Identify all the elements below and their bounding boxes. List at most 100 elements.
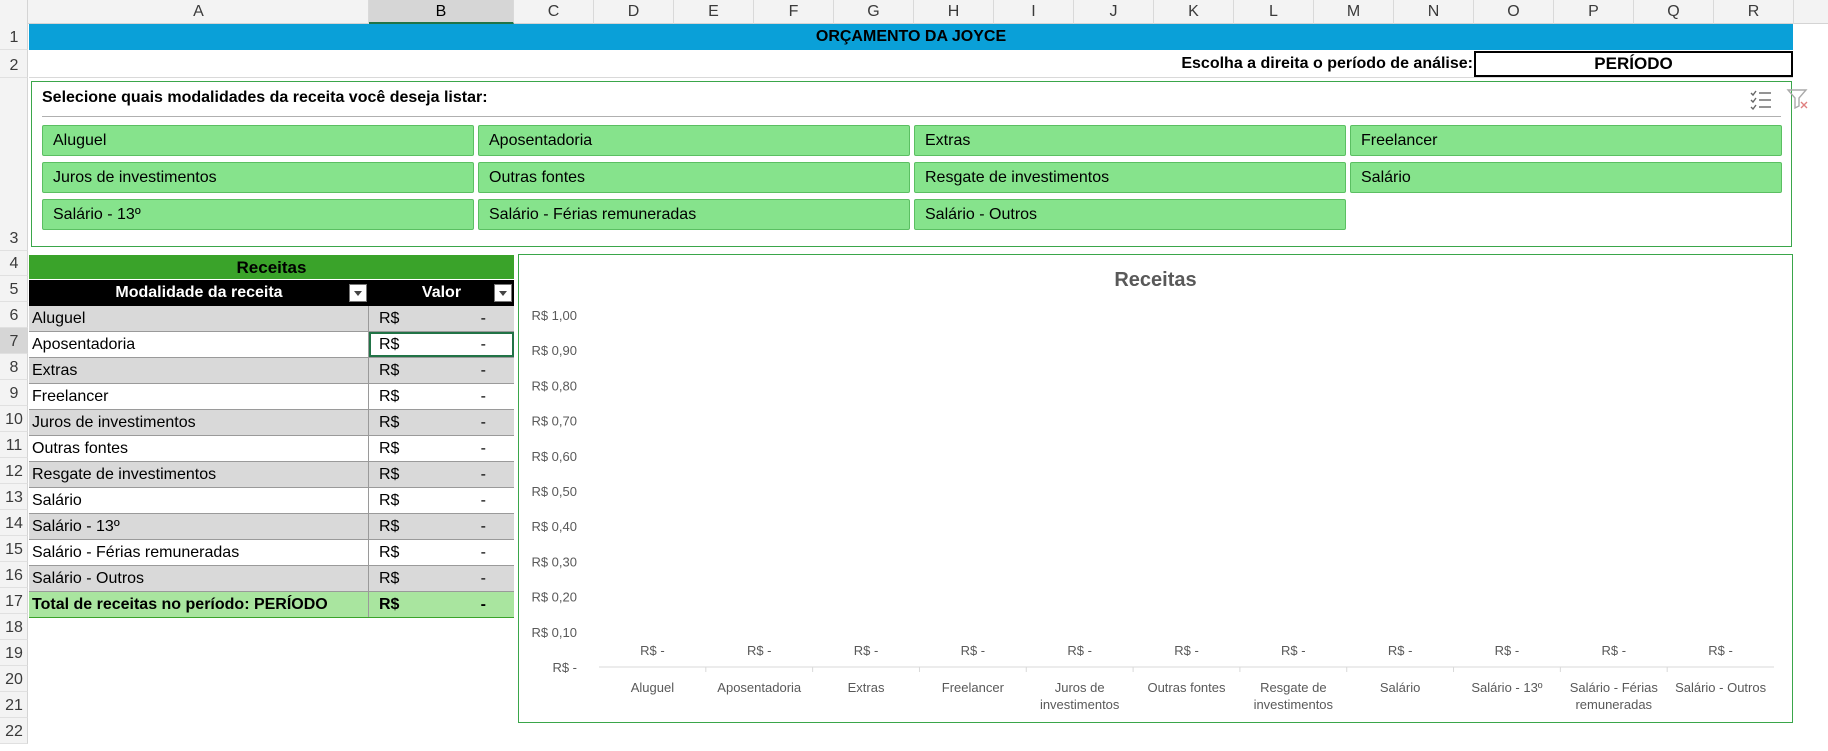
row-modalidade[interactable]: Salário - 13º (29, 514, 369, 539)
row-modalidade[interactable]: Extras (29, 358, 369, 383)
row-valor[interactable]: R$ - (369, 358, 514, 383)
slicer-item[interactable]: Outras fontes (478, 162, 910, 193)
column-header-l[interactable]: L (1234, 0, 1314, 24)
total-label[interactable]: Total de receitas no período: PERÍODO (29, 592, 369, 617)
table-row[interactable]: Salário - 13º R$ - (29, 514, 514, 540)
slicer-item[interactable]: Aposentadoria (478, 125, 910, 156)
row-valor[interactable]: R$ - (369, 332, 514, 357)
table-row[interactable]: Juros de investimentos R$ - (29, 410, 514, 436)
row-modalidade[interactable]: Salário - Férias remuneradas (29, 540, 369, 565)
slicer-item[interactable]: Freelancer (1350, 125, 1782, 156)
row-modalidade[interactable]: Aluguel (29, 306, 369, 331)
total-currency: R$ (379, 596, 400, 613)
row-valor[interactable]: R$ - (369, 436, 514, 461)
table-row[interactable]: Freelancer R$ - (29, 384, 514, 410)
row-valor[interactable]: R$ - (369, 462, 514, 487)
row-header-5[interactable]: 5 (0, 276, 28, 302)
column-header-r[interactable]: R (1714, 0, 1794, 24)
row-header-13[interactable]: 13 (0, 484, 28, 510)
row-header-14[interactable]: 14 (0, 510, 28, 536)
column-header-a[interactable]: A (29, 0, 369, 24)
column-header-j[interactable]: J (1074, 0, 1154, 24)
x-tick-label: Salário - Outros (1675, 680, 1767, 695)
row-header-8[interactable]: 8 (0, 354, 28, 380)
column-header-n[interactable]: N (1394, 0, 1474, 24)
column-header-g[interactable]: G (834, 0, 914, 24)
slicer-item[interactable]: Salário (1350, 162, 1782, 193)
select-all-corner[interactable] (0, 0, 28, 24)
slicer-item[interactable]: Salário - Férias remuneradas (478, 199, 910, 230)
slicer-item[interactable]: Extras (914, 125, 1346, 156)
column-header-p[interactable]: P (1554, 0, 1634, 24)
row-header-1[interactable]: 1 (0, 24, 28, 50)
row-header-7[interactable]: 7 (0, 328, 28, 354)
column-header-f[interactable]: F (754, 0, 834, 24)
row-header-6[interactable]: 6 (0, 302, 28, 328)
slicer-item[interactable]: Aluguel (42, 125, 474, 156)
table-row[interactable]: Salário - Outros R$ - (29, 566, 514, 592)
row-header-18[interactable]: 18 (0, 614, 28, 640)
row-header-4[interactable]: 4 (0, 251, 28, 276)
chart-plot: R$ - R$ 0,10 R$ 0,20 R$ 0,30 R$ 0,40 R$ 0,50 R… (531, 308, 1774, 712)
revenue-slicer[interactable]: Selecione quais modalidades da receita v… (31, 81, 1808, 247)
row-header-11[interactable]: 11 (0, 432, 28, 458)
y-tick-label: R$ 1,00 (531, 308, 577, 323)
slicer-item[interactable]: Salário - 13º (42, 199, 474, 230)
column-header-b[interactable]: B (369, 0, 514, 24)
table-row[interactable]: Aposentadoria R$ - (29, 332, 514, 358)
column-header-i[interactable]: I (994, 0, 1074, 24)
revenue-chart[interactable]: Receitas R$ - R$ 0,10 R$ 0,20 R$ 0,30 R$ 0,4… (518, 254, 1793, 723)
row-valor[interactable]: R$ - (369, 384, 514, 409)
row-valor[interactable]: R$ - (369, 488, 514, 513)
multi-select-icon[interactable] (1748, 88, 1774, 112)
total-row[interactable]: Total de receitas no período: PERÍODO R$… (29, 592, 514, 618)
table-row[interactable]: Salário R$ - (29, 488, 514, 514)
row-header-22[interactable]: 22 (0, 718, 28, 744)
row-valor[interactable]: R$ - (369, 566, 514, 591)
row-valor[interactable]: R$ - (369, 306, 514, 331)
column-header-o[interactable]: O (1474, 0, 1554, 24)
column-header-m[interactable]: M (1314, 0, 1394, 24)
row-header-21[interactable]: 21 (0, 692, 28, 718)
table-row[interactable]: Extras R$ - (29, 358, 514, 384)
table-row[interactable]: Resgate de investimentos R$ - (29, 462, 514, 488)
row-header-17[interactable]: 17 (0, 588, 28, 614)
table-row[interactable]: Aluguel R$ - (29, 306, 514, 332)
row-modalidade[interactable]: Aposentadoria (29, 332, 369, 357)
row-header-9[interactable]: 9 (0, 380, 28, 406)
row-valor[interactable]: R$ - (369, 540, 514, 565)
row-header-3[interactable]: 3 (0, 78, 28, 251)
row-modalidade[interactable]: Salário (29, 488, 369, 513)
row-header-12[interactable]: 12 (0, 458, 28, 484)
row-header-19[interactable]: 19 (0, 640, 28, 666)
period-select[interactable]: PERÍODO (1474, 51, 1793, 77)
total-value[interactable]: R$ - (369, 592, 514, 617)
row-modalidade[interactable]: Salário - Outros (29, 566, 369, 591)
row-modalidade[interactable]: Resgate de investimentos (29, 462, 369, 487)
column-header-e[interactable]: E (674, 0, 754, 24)
x-tick-label: Outras fontes (1147, 680, 1226, 695)
row-valor[interactable]: R$ - (369, 410, 514, 435)
column-header-d[interactable]: D (594, 0, 674, 24)
slicer-item[interactable]: Resgate de investimentos (914, 162, 1346, 193)
column-header-k[interactable]: K (1154, 0, 1234, 24)
row-header-2[interactable]: 2 (0, 50, 28, 78)
row-header-20[interactable]: 20 (0, 666, 28, 692)
table-row[interactable]: Outras fontes R$ - (29, 436, 514, 462)
row-header-15[interactable]: 15 (0, 536, 28, 562)
slicer-item[interactable]: Juros de investimentos (42, 162, 474, 193)
slicer-item[interactable]: Salário - Outros (914, 199, 1346, 230)
column-header-h[interactable]: H (914, 0, 994, 24)
row-valor[interactable]: R$ - (369, 514, 514, 539)
row-modalidade[interactable]: Outras fontes (29, 436, 369, 461)
row-header-10[interactable]: 10 (0, 406, 28, 432)
column-header-c[interactable]: C (514, 0, 594, 24)
filter-dropdown-icon[interactable] (349, 284, 367, 302)
row-modalidade[interactable]: Juros de investimentos (29, 410, 369, 435)
filter-dropdown-icon[interactable] (494, 284, 512, 302)
table-row[interactable]: Salário - Férias remuneradas R$ - (29, 540, 514, 566)
clear-filter-icon[interactable] (1785, 88, 1811, 112)
row-modalidade[interactable]: Freelancer (29, 384, 369, 409)
column-header-q[interactable]: Q (1634, 0, 1714, 24)
row-header-16[interactable]: 16 (0, 562, 28, 588)
